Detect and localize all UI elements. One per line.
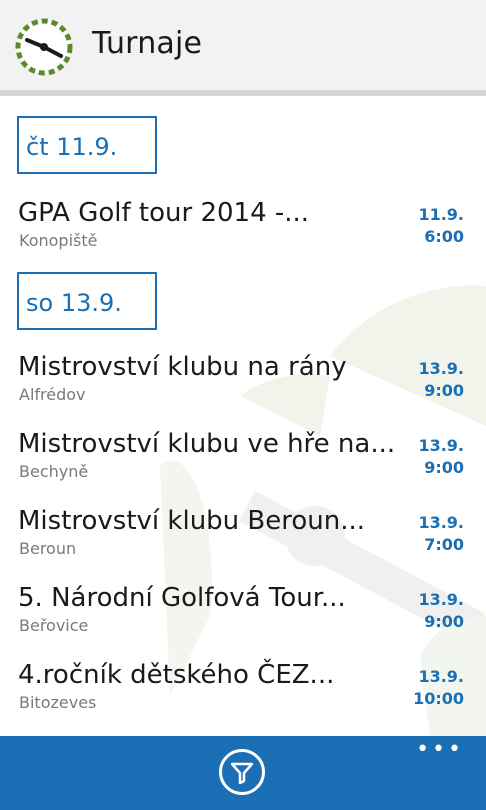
tournament-datetime: 13.9. 9:00 bbox=[394, 435, 464, 479]
tournament-datetime: 13.9. 9:00 bbox=[394, 589, 464, 633]
tournament-date: 13.9. bbox=[418, 513, 464, 532]
tournament-place: Konopiště bbox=[19, 231, 98, 250]
tournament-place: Beroun bbox=[19, 539, 77, 558]
tournament-place: Alfrédov bbox=[19, 385, 86, 404]
tournament-datetime: 11.9. 6:00 bbox=[394, 204, 464, 248]
tournament-date: 13.9. bbox=[418, 436, 464, 455]
tournament-place: Bitozeves bbox=[19, 693, 97, 712]
tournament-datetime: 13.9. 10:00 bbox=[394, 666, 464, 710]
tournament-item[interactable]: 4.ročník dětského ČEZ... Bitozeves 13.9.… bbox=[0, 658, 486, 728]
more-options-button[interactable]: ••• bbox=[416, 739, 464, 761]
tournament-time: 7:00 bbox=[424, 535, 464, 554]
tournament-date: 13.9. bbox=[418, 359, 464, 378]
tournament-item[interactable]: Mistrovství klubu ve hře na... Bechyně 1… bbox=[0, 427, 486, 497]
tournament-time: 9:00 bbox=[424, 381, 464, 400]
tournament-item[interactable]: 5. Národní Golfová Tour... Beřovice 13.9… bbox=[0, 581, 486, 651]
tournament-title: Mistrovství klubu ve hře na... bbox=[18, 429, 396, 459]
tournament-title: 5. Národní Golfová Tour... bbox=[18, 583, 346, 613]
tournament-item[interactable]: Mistrovství klubu na rány Alfrédov 13.9.… bbox=[0, 350, 486, 420]
tournament-title: Mistrovství klubu Beroun... bbox=[18, 506, 366, 536]
tournament-datetime: 13.9. 7:00 bbox=[394, 512, 464, 556]
tournament-date: 11.9. bbox=[418, 205, 464, 224]
app-header: Turnaje bbox=[0, 0, 486, 96]
tournament-title: Mistrovství klubu na rány bbox=[18, 352, 347, 382]
tournament-date: 13.9. bbox=[418, 590, 464, 609]
tournament-time: 6:00 bbox=[424, 227, 464, 246]
date-group-header[interactable]: čt 11.9. bbox=[17, 116, 157, 174]
tournament-title: 4.ročník dětského ČEZ... bbox=[18, 660, 335, 690]
app-bar: ••• bbox=[0, 736, 486, 810]
tournament-item[interactable]: GPA Golf tour 2014 -... Konopiště 11.9. … bbox=[0, 196, 486, 266]
tournament-datetime: 13.9. 9:00 bbox=[394, 358, 464, 402]
tournament-time: 9:00 bbox=[424, 458, 464, 477]
filter-button[interactable] bbox=[219, 749, 265, 795]
tournament-time: 9:00 bbox=[424, 612, 464, 631]
golf-clock-icon bbox=[15, 18, 73, 76]
page-title: Turnaje bbox=[92, 26, 203, 61]
date-group-header[interactable]: so 13.9. bbox=[17, 272, 157, 330]
tournament-time: 10:00 bbox=[413, 689, 464, 708]
tournament-item[interactable]: Mistrovství klubu Beroun... Beroun 13.9.… bbox=[0, 504, 486, 574]
filter-icon bbox=[231, 762, 253, 784]
tournament-place: Bechyně bbox=[19, 462, 89, 481]
tournament-place: Beřovice bbox=[19, 616, 89, 635]
tournament-title: GPA Golf tour 2014 -... bbox=[18, 198, 310, 228]
tournament-date: 13.9. bbox=[418, 667, 464, 686]
